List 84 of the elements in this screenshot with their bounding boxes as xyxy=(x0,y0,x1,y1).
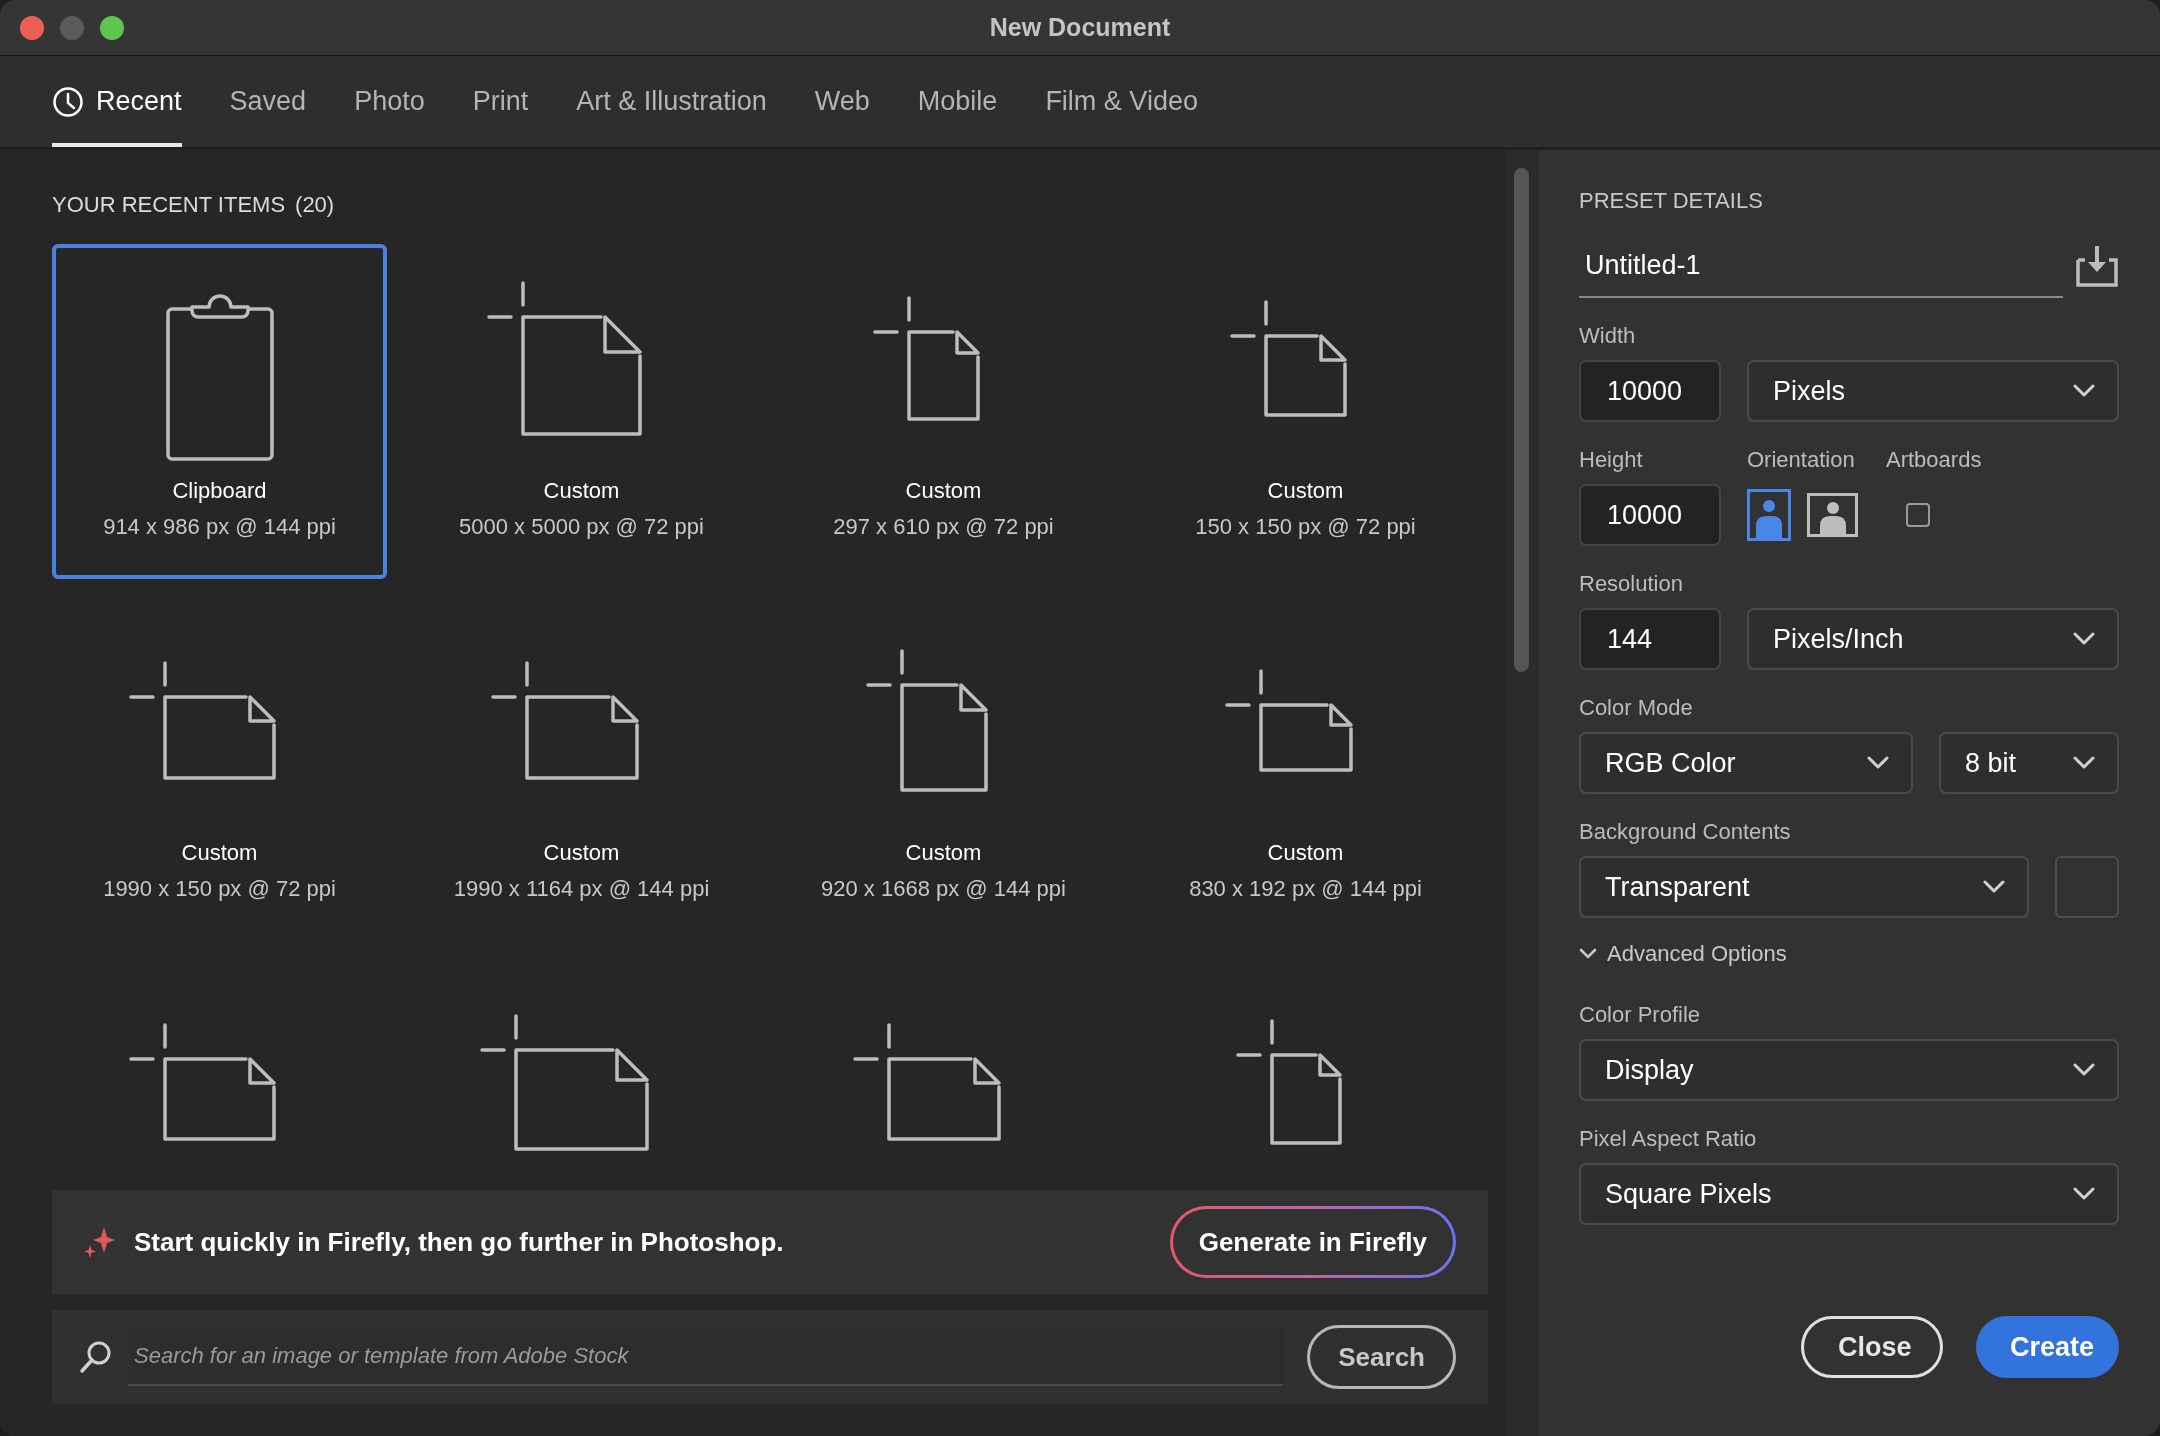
chevron-down-icon xyxy=(2073,1187,2095,1201)
preset-name: Custom xyxy=(905,839,982,867)
background-swatch[interactable] xyxy=(2055,856,2119,918)
preset-size: 1990 x 1164 px @ 144 ppi xyxy=(453,875,710,903)
preset-name: Custom xyxy=(1267,477,1344,505)
dropdown[interactable]: Pixels/Inch xyxy=(1747,608,2119,670)
document-name-field[interactable]: Untitled-1 xyxy=(1579,234,2063,298)
advanced-options-toggle[interactable]: Advanced Options xyxy=(1579,940,2119,968)
artboards-checkbox[interactable] xyxy=(1906,503,1930,527)
clock-icon xyxy=(52,85,84,118)
dropdown-value: Pixels xyxy=(1773,375,1846,407)
window-title: New Document xyxy=(989,13,1171,42)
dropdown[interactable]: 8 bit xyxy=(1939,732,2119,794)
dropdown[interactable]: Square Pixels xyxy=(1579,1163,2119,1225)
tab[interactable]: Photo xyxy=(354,56,425,147)
number-field[interactable]: 10000 xyxy=(1579,484,1721,546)
banner-message: Start quickly in Firefly, then go further in Photoshop. xyxy=(134,1226,785,1258)
preset-name: Clipboard xyxy=(172,477,267,505)
preset-name: Custom xyxy=(543,477,620,505)
tab[interactable]: Saved xyxy=(229,56,307,147)
item-count: (20) xyxy=(295,192,335,218)
preset-card[interactable]: Custom 1990 x 150 px @ 72 ppi xyxy=(52,606,387,941)
preset-card[interactable]: Custom 150 x 150 px @ 72 ppi xyxy=(1138,244,1473,579)
preset-name: Custom xyxy=(905,477,982,505)
field-label: Orientation xyxy=(1747,446,1856,474)
field-label: Color Mode xyxy=(1579,694,1694,722)
tab[interactable]: Print xyxy=(472,56,529,147)
chevron-down-icon xyxy=(2073,756,2095,770)
section-heading: YOUR RECENT ITEMS xyxy=(52,192,286,218)
preset-card[interactable]: Custom 1990 x 1164 px @ 144 ppi xyxy=(414,606,749,941)
preset-size: 1990 x 150 px @ 72 ppi xyxy=(103,875,336,903)
chevron-down-icon xyxy=(1867,756,1889,770)
field-label: Height xyxy=(1579,446,1644,474)
scrollbar-thumb[interactable] xyxy=(1514,168,1529,672)
preset-card[interactable]: Custom 920 x 1668 px @ 144 ppi xyxy=(776,606,1111,941)
search-bar[interactable]: Search for an image or template from Adobe Stock Search xyxy=(52,1310,1488,1404)
save-preset-icon xyxy=(2075,244,2119,288)
close-light[interactable] xyxy=(20,16,44,40)
field-label: Resolution xyxy=(1579,570,1684,598)
preset-size: 5000 x 5000 px @ 72 ppi xyxy=(459,513,704,541)
field-label: Background Contents xyxy=(1579,818,1792,846)
field-label: Width xyxy=(1579,322,1637,350)
dropdown-value: Transparent xyxy=(1605,871,1750,903)
preset-size: 830 x 192 px @ 144 ppi xyxy=(1189,875,1422,903)
preset-card[interactable]: Clipboard 914 x 986 px @ 144 ppi xyxy=(52,244,387,579)
number-field[interactable]: 144 xyxy=(1579,608,1721,670)
chevron-down-icon xyxy=(2073,384,2095,398)
chevron-down-icon xyxy=(2073,632,2095,646)
dropdown[interactable]: Display xyxy=(1579,1039,2119,1101)
tab[interactable]: Film & Video xyxy=(1045,56,1198,147)
dropdown-value: RGB Color xyxy=(1605,747,1736,779)
dropdown-value: Display xyxy=(1605,1054,1694,1086)
create-button[interactable]: Create xyxy=(1976,1316,2119,1378)
field-label: Artboards xyxy=(1886,446,1982,474)
number-field[interactable]: 10000 xyxy=(1579,360,1721,422)
preset-name: Custom xyxy=(181,839,258,867)
search-button[interactable]: Search xyxy=(1307,1325,1456,1389)
portrait-orientation-button[interactable] xyxy=(1747,489,1791,541)
preset-card[interactable]: Custom 830 x 192 px @ 144 ppi xyxy=(1138,606,1473,941)
dropdown-value: 8 bit xyxy=(1965,747,2017,779)
tab[interactable]: Web xyxy=(814,56,870,147)
tab[interactable]: Mobile xyxy=(917,56,998,147)
landscape-orientation-button[interactable] xyxy=(1807,493,1858,537)
chevron-down-icon xyxy=(1983,880,2005,894)
preset-card[interactable]: Custom 5000 x 5000 px @ 72 ppi xyxy=(414,244,749,579)
close-button[interactable]: Close xyxy=(1801,1316,1943,1378)
dropdown[interactable]: RGB Color xyxy=(1579,732,1913,794)
preset-name: Custom xyxy=(543,839,620,867)
tab[interactable]: Art & Illustration xyxy=(576,56,767,147)
preset-name: Custom xyxy=(1267,839,1344,867)
field-label: Pixel Aspect Ratio xyxy=(1579,1125,1758,1153)
preset-size: 150 x 150 px @ 72 ppi xyxy=(1195,513,1416,541)
zoom-light[interactable] xyxy=(100,16,124,40)
dropdown[interactable]: Pixels xyxy=(1747,360,2119,422)
dropdown-value: Square Pixels xyxy=(1605,1178,1772,1210)
chevron-down-icon xyxy=(2073,1063,2095,1077)
field-label: Color Profile xyxy=(1579,1001,1702,1029)
preset-size: 297 x 610 px @ 72 ppi xyxy=(833,513,1054,541)
dropdown[interactable]: Transparent xyxy=(1579,856,2029,918)
panel-heading: PRESET DETAILS xyxy=(1579,188,1764,214)
preset-size: 920 x 1668 px @ 144 ppi xyxy=(821,875,1066,903)
dropdown-value: Pixels/Inch xyxy=(1773,623,1904,655)
preset-card[interactable]: Custom 297 x 610 px @ 72 ppi xyxy=(776,244,1111,579)
preset-size: 914 x 986 px @ 144 ppi xyxy=(103,513,336,541)
